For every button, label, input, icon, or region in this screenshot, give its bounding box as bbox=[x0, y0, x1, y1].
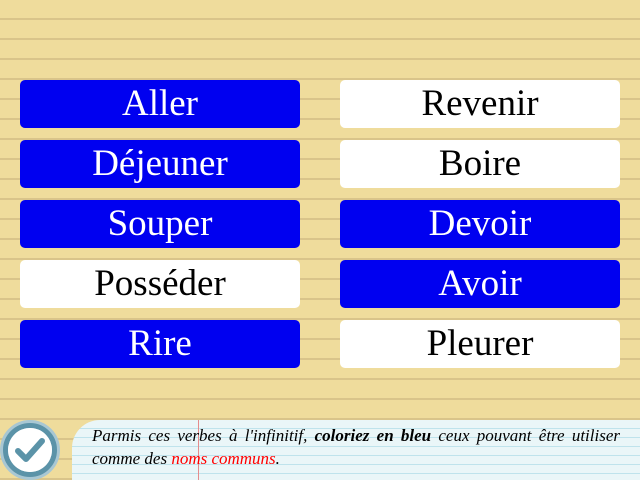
verb-tile[interactable]: Déjeuner bbox=[20, 140, 300, 188]
verb-label: Souper bbox=[107, 203, 213, 244]
verb-label: Rire bbox=[128, 323, 192, 364]
instruction-emphasis: coloriez en bleu bbox=[314, 426, 432, 445]
verb-label: Posséder bbox=[94, 263, 226, 304]
instruction-highlight: noms communs bbox=[171, 449, 276, 468]
verb-label: Revenir bbox=[421, 83, 539, 124]
verb-label: Avoir bbox=[438, 263, 522, 304]
check-button[interactable] bbox=[0, 420, 60, 480]
verb-tile[interactable]: Souper bbox=[20, 200, 300, 248]
verb-tile[interactable]: Rire bbox=[20, 320, 300, 368]
verb-label: Pleurer bbox=[426, 323, 534, 364]
verb-label: Devoir bbox=[428, 203, 532, 244]
verb-tile[interactable]: Devoir bbox=[340, 200, 620, 248]
verb-label: Aller bbox=[121, 83, 199, 124]
verb-grid: Aller Revenir Déjeuner Boire Souper Devo… bbox=[20, 80, 620, 368]
instruction-part-3: . bbox=[275, 449, 280, 468]
checkmark-icon bbox=[8, 428, 52, 472]
verb-tile[interactable]: Posséder bbox=[20, 260, 300, 308]
verb-tile[interactable]: Boire bbox=[340, 140, 620, 188]
verb-tile[interactable]: Avoir bbox=[340, 260, 620, 308]
instruction-part-1: Parmis ces verbes à l'infinitif, bbox=[92, 426, 315, 445]
instruction-text: Parmis ces verbes à l'infinitif, colorie… bbox=[92, 424, 620, 470]
check-button-face bbox=[8, 428, 52, 472]
verb-label: Déjeuner bbox=[92, 143, 228, 184]
verb-tile[interactable]: Pleurer bbox=[340, 320, 620, 368]
verb-label: Boire bbox=[438, 143, 522, 184]
verb-tile[interactable]: Aller bbox=[20, 80, 300, 128]
instruction-card: Parmis ces verbes à l'infinitif, colorie… bbox=[72, 420, 640, 480]
verb-tile[interactable]: Revenir bbox=[340, 80, 620, 128]
